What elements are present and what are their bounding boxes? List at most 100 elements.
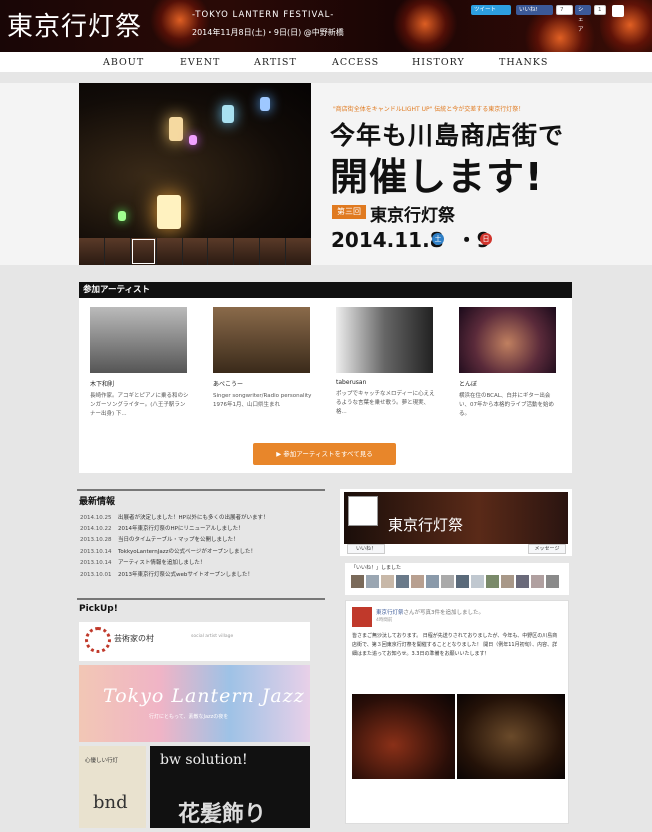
hero-thumbnail[interactable] <box>260 238 286 265</box>
hero-thumbnail[interactable] <box>104 238 130 265</box>
date-start: 2014.11.8 <box>331 228 444 252</box>
facebook-message-button[interactable]: メッセージ <box>528 544 566 554</box>
fan-avatar[interactable] <box>546 575 559 588</box>
view-all-artists-button[interactable]: ▶ 参加アーティストをすべて見る <box>253 443 396 465</box>
saturday-badge: 土 <box>432 233 444 245</box>
site-subtitle: -TOKYO LANTERN FESTIVAL- <box>192 10 335 20</box>
news-text: TokkyoLanternJazzの公式ページがオープンしました！ <box>118 549 257 555</box>
artist-photo[interactable] <box>90 307 187 373</box>
news-item[interactable]: 2014.10.25 出展者が決定しました！HP以外にも多くの出展者がいます！ <box>80 513 268 521</box>
nav-history[interactable]: HISTORY <box>412 57 465 68</box>
post-time[interactable]: 4時間前 <box>376 617 392 623</box>
news-date: 2014.10.25 <box>80 515 112 521</box>
fan-avatar[interactable] <box>441 575 454 588</box>
banner-brand: 花髪飾り <box>178 802 267 827</box>
nav-artist[interactable]: ARTIST <box>254 57 297 68</box>
nav-event[interactable]: EVENT <box>180 57 220 68</box>
pickup-banner-hair-accessories[interactable]: bw solution! 花髪飾り <box>150 746 310 828</box>
news-item[interactable]: 2013.10.28 当日のタイムテーブル・マップを公開しました！ <box>80 535 239 543</box>
fan-avatar[interactable] <box>351 575 364 588</box>
artist-name: 木下和則 <box>90 381 115 388</box>
artist-description: 長崎作家。アコギとピアノに乗る和のシンガーソングライター。(八王子駅ランナー出身… <box>90 393 189 417</box>
facebook-fans-widget: 「いいね！」しました <box>345 563 569 595</box>
nav-about[interactable]: ABOUT <box>103 57 144 68</box>
village-logo-icon <box>85 627 111 653</box>
post-body: 皆さまご無沙汰しております。 日程が先送りされておりましたが、今年も、中野区の川… <box>352 633 558 657</box>
fan-avatar[interactable] <box>531 575 544 588</box>
fan-avatar[interactable] <box>456 575 469 588</box>
site-logo[interactable]: 東京行灯祭 <box>7 6 142 43</box>
post-author[interactable]: 東京行灯祭さんが写真3件を追加しました。 <box>376 608 484 616</box>
hero-slideshow-image[interactable] <box>79 83 311 238</box>
pickup-banner-bnd[interactable]: 心優しい行灯 bnd <box>79 746 146 828</box>
artist-description: 横浜在住のBCAL、白井にギター出会い、07年から本格的ライブ活動を始める。 <box>459 393 554 417</box>
google-plus-icon[interactable] <box>612 5 624 17</box>
artist-description: Singer songwriter/Radio personality 1976… <box>213 393 312 408</box>
news-item[interactable]: 2013.10.01 2013年東京行灯祭公式webサイトオープンしました！ <box>80 570 253 578</box>
artist-card[interactable]: あべこうー Singer songwriter/Radio personalit… <box>203 307 311 410</box>
sunday-badge: 日 <box>480 233 492 245</box>
facebook-post: 東京行灯祭さんが写真3件を追加しました。 4時間前 皆さまご無沙汰しております。… <box>345 600 569 824</box>
fan-avatar[interactable] <box>516 575 529 588</box>
artist-name: とんぼ <box>459 381 478 388</box>
pickup-banner-artist-village[interactable]: 芸術家の村 social artist village <box>79 622 310 661</box>
facebook-like-page-button[interactable]: いいね！ <box>347 544 385 554</box>
hero-thumbnail[interactable] <box>182 238 208 265</box>
post-author-avatar[interactable] <box>352 607 372 627</box>
news-text: アーティスト情報を追加しました！ <box>118 560 206 566</box>
post-photo[interactable] <box>352 694 455 779</box>
news-item[interactable]: 2013.10.14 TokkyoLanternJazzの公式ページがオープンしま… <box>80 547 256 555</box>
banner-subtitle: 行灯にともって、素敵なJazzの夜を <box>149 714 229 720</box>
fan-avatar[interactable] <box>486 575 499 588</box>
hero-thumbnail[interactable] <box>286 238 312 265</box>
hero-tagline: "商店街全体をキャンドルLIGHT UP" 伝統と今が交差する東京行灯祭！ <box>333 106 525 113</box>
fan-avatar[interactable] <box>396 575 409 588</box>
nav-divider <box>0 72 652 83</box>
hero-thumbnail[interactable] <box>234 238 260 265</box>
post-action: さんが写真3件を追加しました。 <box>403 610 485 616</box>
artist-photo[interactable] <box>459 307 556 373</box>
facebook-page-avatar[interactable] <box>348 496 378 526</box>
post-photo[interactable] <box>457 694 565 779</box>
edition-badge: 第三回 <box>332 205 366 219</box>
share-button[interactable]: シェア <box>575 5 591 33</box>
artist-card[interactable]: taberusan ポップでキャッチなメロディーに心ええるような言葉を乗せ歌う。… <box>326 307 435 417</box>
hero-thumbnail[interactable] <box>156 238 182 265</box>
fan-avatar[interactable] <box>426 575 439 588</box>
fan-avatar[interactable] <box>471 575 484 588</box>
facebook-cover-image[interactable]: 東京行灯祭 <box>344 492 568 544</box>
hero-thumbnail[interactable] <box>208 238 234 265</box>
artist-photo[interactable] <box>336 307 433 373</box>
post-author-name[interactable]: 東京行灯祭 <box>376 610 404 616</box>
fan-avatar[interactable] <box>501 575 514 588</box>
news-date: 2014.10.22 <box>80 526 112 532</box>
plus-count: 1 <box>594 5 606 15</box>
hero-thumbnail[interactable] <box>79 238 104 265</box>
news-item[interactable]: 2014.10.22 2014年東京行灯祭のHPにリニューアルしました！ <box>80 524 244 532</box>
fan-avatar[interactable] <box>411 575 424 588</box>
artist-photo[interactable] <box>213 307 310 373</box>
fans-label: 「いいね！」しました <box>351 565 402 571</box>
festival-name: 東京行灯祭 <box>370 206 455 226</box>
pickup-banner-lantern-jazz[interactable]: Tokyo Lantern Jazz 行灯にともって、素敵なJazzの夜を <box>79 665 310 742</box>
banner-brand: bnd <box>93 792 128 813</box>
artists-heading: 参加アーティスト <box>79 282 572 298</box>
main-nav: ABOUT EVENT ARTIST ACCESS HISTORY THANKS <box>0 55 652 72</box>
news-text: 2013年東京行灯祭公式webサイトオープンしました！ <box>118 572 254 578</box>
site-header: 東京行灯祭 -TOKYO LANTERN FESTIVAL- 2014年11月8… <box>0 0 652 52</box>
nav-access[interactable]: ACCESS <box>332 57 379 68</box>
facebook-like-button[interactable]: いいね! <box>516 5 553 15</box>
hero-thumbnail[interactable] <box>130 238 156 265</box>
news-text: 2014年東京行灯祭のHPにリニューアルしました！ <box>118 526 244 532</box>
news-item[interactable]: 2013.10.14 アーティスト情報を追加しました！ <box>80 558 205 566</box>
tweet-button[interactable]: ツイート <box>471 5 511 15</box>
fan-avatar[interactable] <box>366 575 379 588</box>
facebook-page-name[interactable]: 東京行灯祭 <box>388 514 463 535</box>
artist-name: あべこうー <box>213 381 244 388</box>
news-heading: 最新情報 <box>79 497 116 507</box>
artist-card[interactable]: とんぼ 横浜在住のBCAL、白井にギター出会い、07年から本格的ライブ活動を始め… <box>449 307 556 419</box>
nav-thanks[interactable]: THANKS <box>499 57 548 68</box>
banner-title: Tokyo Lantern Jazz <box>103 685 305 707</box>
fan-avatar[interactable] <box>381 575 394 588</box>
artist-card[interactable]: 木下和則 長崎作家。アコギとピアノに乗る和のシンガーソングライター。(八王子駅ラ… <box>80 307 189 419</box>
